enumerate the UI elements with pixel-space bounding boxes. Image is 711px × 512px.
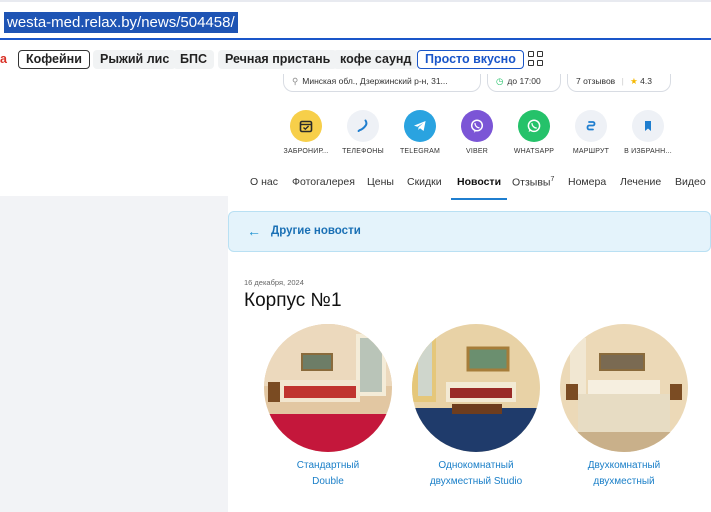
bookmark-item[interactable]: кофе саунд [333,50,419,69]
room-name-line1: Двухкомнатный [587,460,661,471]
room-card-two-room[interactable]: Двухкомнатный двухместный [554,324,694,490]
apps-grid-icon[interactable] [528,51,544,67]
telegram-button[interactable]: TELEGRAM [390,110,450,155]
tab-reviews-label: Отзывы [512,176,551,189]
hours-chip[interactable]: ◷ до 17:00 [487,74,561,92]
bookmark-item[interactable]: а [0,50,7,69]
tab-treatment[interactable]: Лечение [620,176,661,196]
address-bar[interactable]: westa-med.relax.by/news/504458/ [0,0,711,46]
reviews-text: 7 отзывов [576,76,616,86]
tab-gallery[interactable]: Фотогалерея [292,176,355,196]
action-label: ЗАБРОНИР... [283,148,329,155]
action-label: TELEGRAM [399,148,441,155]
bookmarks-bar: а Кофейни Рыжий лис БПС Речная пристань … [0,46,711,74]
bookmark-icon [632,110,664,142]
action-label: VIBER [465,148,488,155]
room-caption[interactable]: Однокомнатный двухместный Studio [406,458,546,490]
action-label: WHATSAPP [513,148,555,155]
action-label: МАРШРУТ [572,148,610,155]
reviews-count: 7 [550,176,555,183]
tab-news[interactable]: Новости [450,176,508,200]
viber-icon [461,110,493,142]
phone-icon [347,110,379,142]
tab-reviews[interactable]: Отзывы7 [512,176,554,196]
room-name-line1: Стандартный [296,460,360,471]
tab-strip-edge [0,0,711,2]
book-button[interactable]: ЗАБРОНИР... [276,110,336,155]
tab-about[interactable]: О нас [250,176,278,196]
room-name-line2: двухместный [593,476,655,487]
chip-divider: | [621,76,624,86]
bookmark-item[interactable]: Речная пристань [218,50,338,69]
left-background [0,196,228,512]
hours-text: до 17:00 [507,76,541,86]
other-news-link[interactable]: ← Другие новости [228,211,711,252]
tab-video[interactable]: Видео [675,176,706,196]
room-card-studio[interactable]: Однокомнатный двухместный Studio [406,324,546,490]
news-card: 16 декабря, 2024 Корпус №1 Стандартный Do… [228,262,711,512]
url-text[interactable]: westa-med.relax.by/news/504458/ [4,12,238,33]
address-bar-focus-line [0,38,711,40]
phones-button[interactable]: ТЕЛЕФОНЫ [333,110,393,155]
bookmark-item[interactable]: Просто вкусно [417,50,524,69]
route-icon [575,110,607,142]
room-card-standard[interactable]: Стандартный Double [258,324,398,490]
address-text: Минская обл., Дзержинский р-н, 31... [302,76,448,86]
rating-text: 4.3 [640,76,652,86]
reviews-chip[interactable]: 7 отзывов | ★ 4.3 [567,74,671,92]
viber-button[interactable]: VIBER [447,110,507,155]
address-chip[interactable]: ⚲ Минская обл., Дзержинский р-н, 31... [283,74,481,92]
calendar-icon [290,110,322,142]
telegram-icon [404,110,436,142]
location-pin-icon: ⚲ [292,76,299,86]
room-photo[interactable] [560,324,688,452]
star-icon: ★ [630,76,638,86]
room-caption[interactable]: Двухкомнатный двухместный [554,458,694,490]
whatsapp-button[interactable]: WHATSAPP [504,110,564,155]
room-photo[interactable] [412,324,540,452]
room-caption[interactable]: Стандартный Double [258,458,398,490]
clock-icon: ◷ [496,76,504,86]
arrow-left-icon: ← [247,223,261,239]
room-name-line2: Double [312,476,344,487]
bookmark-item[interactable]: Кофейни [18,50,90,69]
tab-prices[interactable]: Цены [367,176,394,196]
news-date: 16 декабря, 2024 [244,278,304,287]
action-label: В ИЗБРАНН... [624,148,672,155]
tab-discounts[interactable]: Скидки [407,176,442,196]
route-button[interactable]: МАРШРУТ [561,110,621,155]
action-label: ТЕЛЕФОНЫ [342,148,384,155]
tab-rooms[interactable]: Номера [568,176,606,196]
bookmark-item[interactable]: Рыжий лис [93,50,177,69]
page-content: ⚲ Минская обл., Дзержинский р-н, 31... ◷ д… [0,74,711,512]
favorites-button[interactable]: В ИЗБРАНН... [618,110,678,155]
news-title: Корпус №1 [244,290,342,311]
whatsapp-icon [518,110,550,142]
bookmark-item[interactable]: БПС [173,50,214,69]
room-photo[interactable] [264,324,392,452]
room-name-line1: Однокомнатный [438,460,514,471]
room-name-line2: двухместный Studio [429,476,523,487]
other-news-label: Другие новости [271,225,361,237]
